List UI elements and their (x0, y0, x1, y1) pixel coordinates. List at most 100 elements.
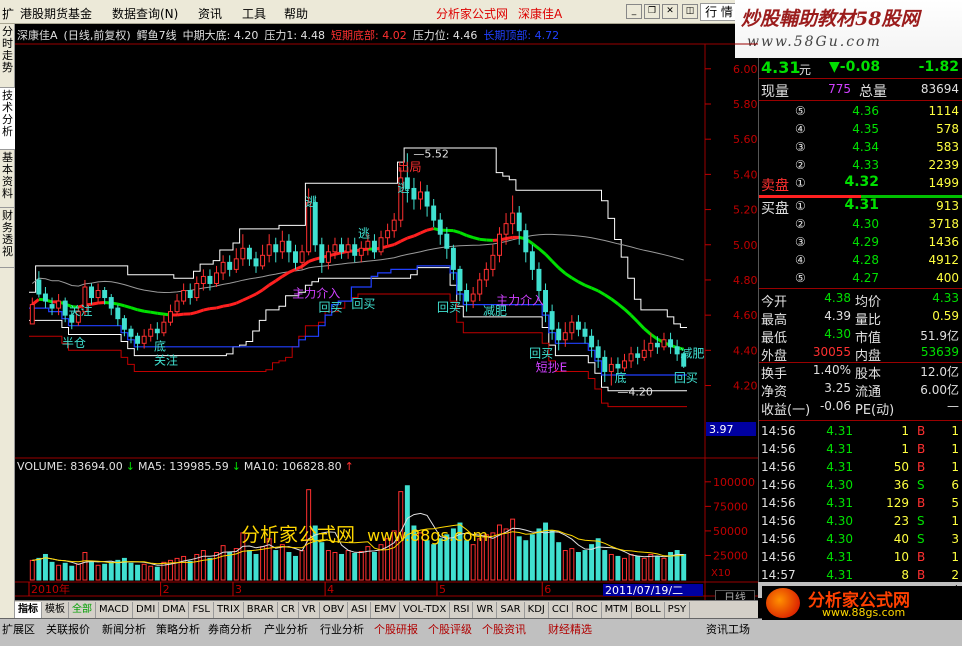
bottom-nav-item[interactable]: 新闻分析 (102, 621, 146, 637)
bottom-nav-item[interactable]: 个股评级 (428, 621, 472, 637)
tick-count: 1 (951, 424, 959, 438)
candle-body-62 (437, 219, 443, 235)
indicator-tab[interactable]: PSY (665, 602, 691, 618)
indicator-tab[interactable]: VOL-TDX (400, 602, 451, 618)
bottom-nav-item[interactable]: 行业分析 (320, 621, 364, 637)
restore-icon[interactable]: ❐ (644, 4, 660, 19)
window-toggle-icon[interactable]: ◫ (682, 4, 698, 19)
indicator-tab[interactable]: MTM (602, 602, 632, 618)
ma-segment-84 (577, 280, 586, 287)
buy-volume: 1436 (928, 235, 959, 249)
quote-divider (759, 78, 962, 79)
tick-price: 4.31 (826, 496, 853, 510)
indicator-tab[interactable]: TRIX (214, 602, 244, 618)
candle-body-36 (266, 244, 272, 256)
volume-bar-86 (595, 538, 601, 581)
volume-info-item-4: MA10: 106828.80 (243, 460, 342, 473)
volume-bar-11 (102, 563, 108, 581)
indicator-tab[interactable]: KDJ (525, 602, 549, 618)
ma-segment-73 (505, 235, 513, 241)
menu-item-help[interactable]: 帮助 (284, 5, 308, 22)
bottom-nav-item[interactable]: 产业分析 (264, 621, 308, 637)
volume-bar-67 (470, 544, 476, 581)
menu-item-ext[interactable]: 扩 (2, 5, 14, 22)
candle-body-49 (352, 244, 358, 256)
tick-direction: B (917, 568, 926, 582)
indicator-tab[interactable]: 指标 (15, 602, 42, 618)
tick-volume: 1 (901, 424, 909, 438)
indicator-tab[interactable]: OBV (320, 602, 348, 618)
volume-bar-35 (260, 546, 266, 581)
bottom-nav-item[interactable]: 策略分析 (156, 621, 200, 637)
bottom-nav-item[interactable]: 券商分析 (208, 621, 252, 637)
volume-bar-70 (490, 532, 496, 581)
ma-segment-36 (261, 283, 271, 292)
candle-body-9 (89, 286, 94, 299)
indicator-tab[interactable]: ROC (573, 602, 602, 618)
candle-body-0 (29, 304, 35, 325)
tick-count: 5 (951, 496, 959, 510)
candle-body-42 (306, 202, 312, 253)
long-ma-line (31, 233, 684, 294)
indicator-tab[interactable]: WR (473, 602, 498, 618)
annotation-label: 逃 (358, 227, 370, 241)
quote-button[interactable]: 行 情 (700, 3, 738, 21)
menu-item-news[interactable]: 资讯 (198, 5, 222, 22)
indicator-tab[interactable]: ASI (348, 602, 372, 618)
indicator-tab[interactable]: MACD (96, 602, 133, 618)
candle-body-32 (240, 247, 246, 260)
bottom-nav-item[interactable]: 个股研报 (374, 621, 418, 637)
quote-divider (759, 288, 962, 289)
tick-volume: 40 (893, 532, 909, 546)
left-tab-strip: 分时走势 技术分析 基本资料 财务透视 (0, 24, 15, 618)
indicator-tab[interactable]: BOLL (632, 602, 665, 618)
indicator-tab[interactable]: RSI (450, 602, 474, 618)
sell-price: 4.33 (852, 158, 879, 172)
kline-chart-area[interactable]: 6.00 5.80 5.60 5.40 5.20 5.00 4.80 4.60 4.40 4.20… (15, 24, 758, 622)
tab-intraday[interactable]: 分时走势 (0, 24, 15, 88)
tab-financial[interactable]: 财务透视 (0, 208, 15, 268)
stat-value: 3.25 (824, 381, 851, 395)
candle-body-51 (365, 240, 371, 249)
candle-body-37 (273, 244, 279, 253)
volume-bar-13 (115, 559, 121, 581)
stat-value: 4.39 (824, 309, 851, 323)
close-icon[interactable]: ✕ (662, 4, 678, 19)
candle-body-50 (358, 247, 364, 256)
ma-segment-26 (196, 308, 204, 314)
indicator-tab[interactable]: CR (278, 602, 299, 618)
current-volume: 775 (828, 82, 851, 96)
volume-bar-29 (220, 545, 226, 581)
tab-technical[interactable]: 技术分析 (0, 88, 15, 150)
indicator-tab[interactable]: FSL (189, 602, 214, 618)
tab-fundamental[interactable]: 基本资料 (0, 150, 15, 208)
bottom-nav-item[interactable]: 财经精选 (548, 621, 592, 637)
menu-item-tools[interactable]: 工具 (242, 5, 266, 22)
indicator-tab[interactable]: DMI (133, 602, 160, 618)
indicator-tab[interactable]: 模板 (42, 602, 69, 618)
candle-body-72 (503, 223, 509, 235)
bottom-nav-item[interactable]: 关联报价 (46, 621, 90, 637)
ma-segment-35 (255, 288, 264, 296)
volume-bar-46 (332, 552, 338, 581)
indicator-tab[interactable]: 全部 (69, 602, 96, 618)
buy-level: ① (795, 199, 806, 213)
indicator-tab[interactable]: SAR (497, 602, 525, 618)
bottom-nav-item[interactable]: 资讯工场 (706, 621, 750, 637)
indicator-tab[interactable]: VR (299, 602, 320, 618)
indicator-tab[interactable]: CCI (549, 602, 573, 618)
menu-item-data[interactable]: 数据查询(N) (112, 5, 178, 22)
indicator-tab[interactable]: BRAR (244, 602, 278, 618)
candle-body-33 (246, 247, 252, 260)
volume-bar-27 (207, 557, 213, 581)
stat-label: 市值 (855, 331, 882, 346)
bottom-nav-item[interactable]: 扩展区 (2, 621, 35, 637)
indicator-tab[interactable]: EMV (371, 602, 400, 618)
bottom-nav-item[interactable]: 个股资讯 (482, 621, 526, 637)
indicator-tab[interactable]: DMA (159, 602, 190, 618)
tick-direction: B (917, 442, 926, 456)
minimize-icon[interactable]: _ (626, 4, 642, 19)
volume-bar-22 (174, 557, 180, 581)
menu-item-hk[interactable]: 港股期货基金 (20, 5, 92, 22)
volume-axis-label: 75000 (713, 500, 748, 513)
